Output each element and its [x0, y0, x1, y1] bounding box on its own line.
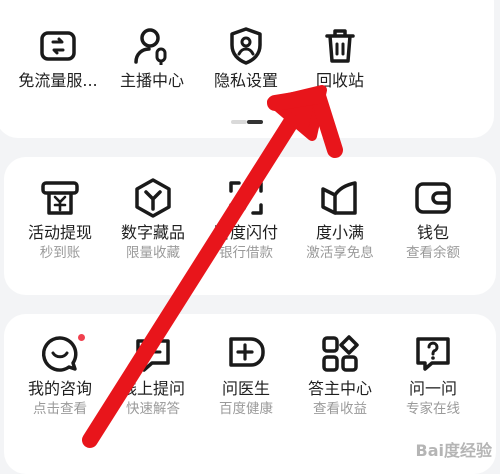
item-label: 答主中心 [307, 379, 372, 398]
item-sublabel: 查看收益 [313, 401, 367, 417]
item-sublabel: 专家在线 [406, 401, 460, 417]
item-label: 免流量服... [18, 71, 98, 90]
item-label: 数字藏品 [120, 223, 185, 242]
consult-chat-icon [39, 333, 85, 375]
flash-pay-icon [225, 177, 267, 219]
indicator-dot [231, 120, 247, 124]
item-label: 度小满 [315, 223, 364, 242]
page-indicator [231, 120, 263, 124]
duxiaoman-icon [319, 177, 361, 219]
item-label: 线上提问 [120, 379, 185, 398]
item-sublabel: 激活享免息 [306, 245, 374, 261]
my-consultation-item[interactable]: 我的咨询 点击查看 [10, 333, 110, 418]
item-sublabel: 百度健康 [219, 401, 273, 417]
digital-collection-item[interactable]: 数字藏品 限量收藏 [103, 177, 203, 262]
answerer-center-item[interactable]: 答主中心 查看收益 [290, 333, 390, 418]
wallet-icon [412, 177, 454, 219]
item-label: 我的咨询 [27, 379, 92, 398]
item-sublabel: 查看余额 [406, 245, 460, 261]
ask-one-item[interactable]: 问一问 专家在线 [383, 333, 483, 418]
phone-data-icon [37, 25, 79, 67]
item-sublabel: 点击查看 [33, 401, 87, 417]
duxiaoman-item[interactable]: 度小满 激活享免息 [290, 177, 390, 262]
doctor-cross-icon [225, 333, 267, 375]
unread-badge [78, 334, 85, 341]
online-question-item[interactable]: 线上提问 快速解答 [103, 333, 203, 418]
item-sublabel: 限量收藏 [126, 245, 180, 261]
answerer-grid-icon [319, 333, 361, 375]
baidu-flash-pay-item[interactable]: 百度闪付 银行借款 [196, 177, 296, 262]
digital-collection-icon [132, 177, 174, 219]
indicator-dot-active [247, 120, 263, 124]
privacy-shield-icon [225, 25, 267, 67]
wallet-item[interactable]: 钱包 查看余额 [383, 177, 483, 262]
ask-doctor-item[interactable]: 问医生 百度健康 [196, 333, 296, 418]
item-sublabel: 银行借款 [219, 245, 273, 261]
activity-withdraw-item[interactable]: 活动提现 秒到账 [10, 177, 110, 262]
item-sublabel: 快速解答 [126, 401, 180, 417]
watermark-logo: Bai度经验 [415, 441, 492, 460]
item-label: 问一问 [408, 379, 457, 398]
item-sublabel: 秒到账 [39, 245, 81, 261]
privacy-settings-item[interactable]: 隐私设置 [196, 25, 296, 91]
anchor-center-item[interactable]: 主播中心 [102, 25, 202, 91]
ask-one-icon [412, 333, 454, 375]
recycle-bin-item[interactable]: 回收站 [290, 25, 390, 91]
item-label: 钱包 [416, 223, 449, 242]
item-label: 回收站 [315, 71, 364, 90]
anchor-mic-icon [131, 25, 173, 67]
item-label: 百度闪付 [213, 223, 278, 242]
item-label: 主播中心 [119, 71, 184, 90]
free-data-service-item[interactable]: 免流量服... [8, 25, 108, 91]
item-label: 活动提现 [27, 223, 92, 242]
withdraw-icon [39, 177, 81, 219]
item-label: 隐私设置 [213, 71, 278, 90]
item-label: 问医生 [221, 379, 270, 398]
trash-icon [319, 25, 361, 67]
ask-question-icon [132, 333, 174, 375]
